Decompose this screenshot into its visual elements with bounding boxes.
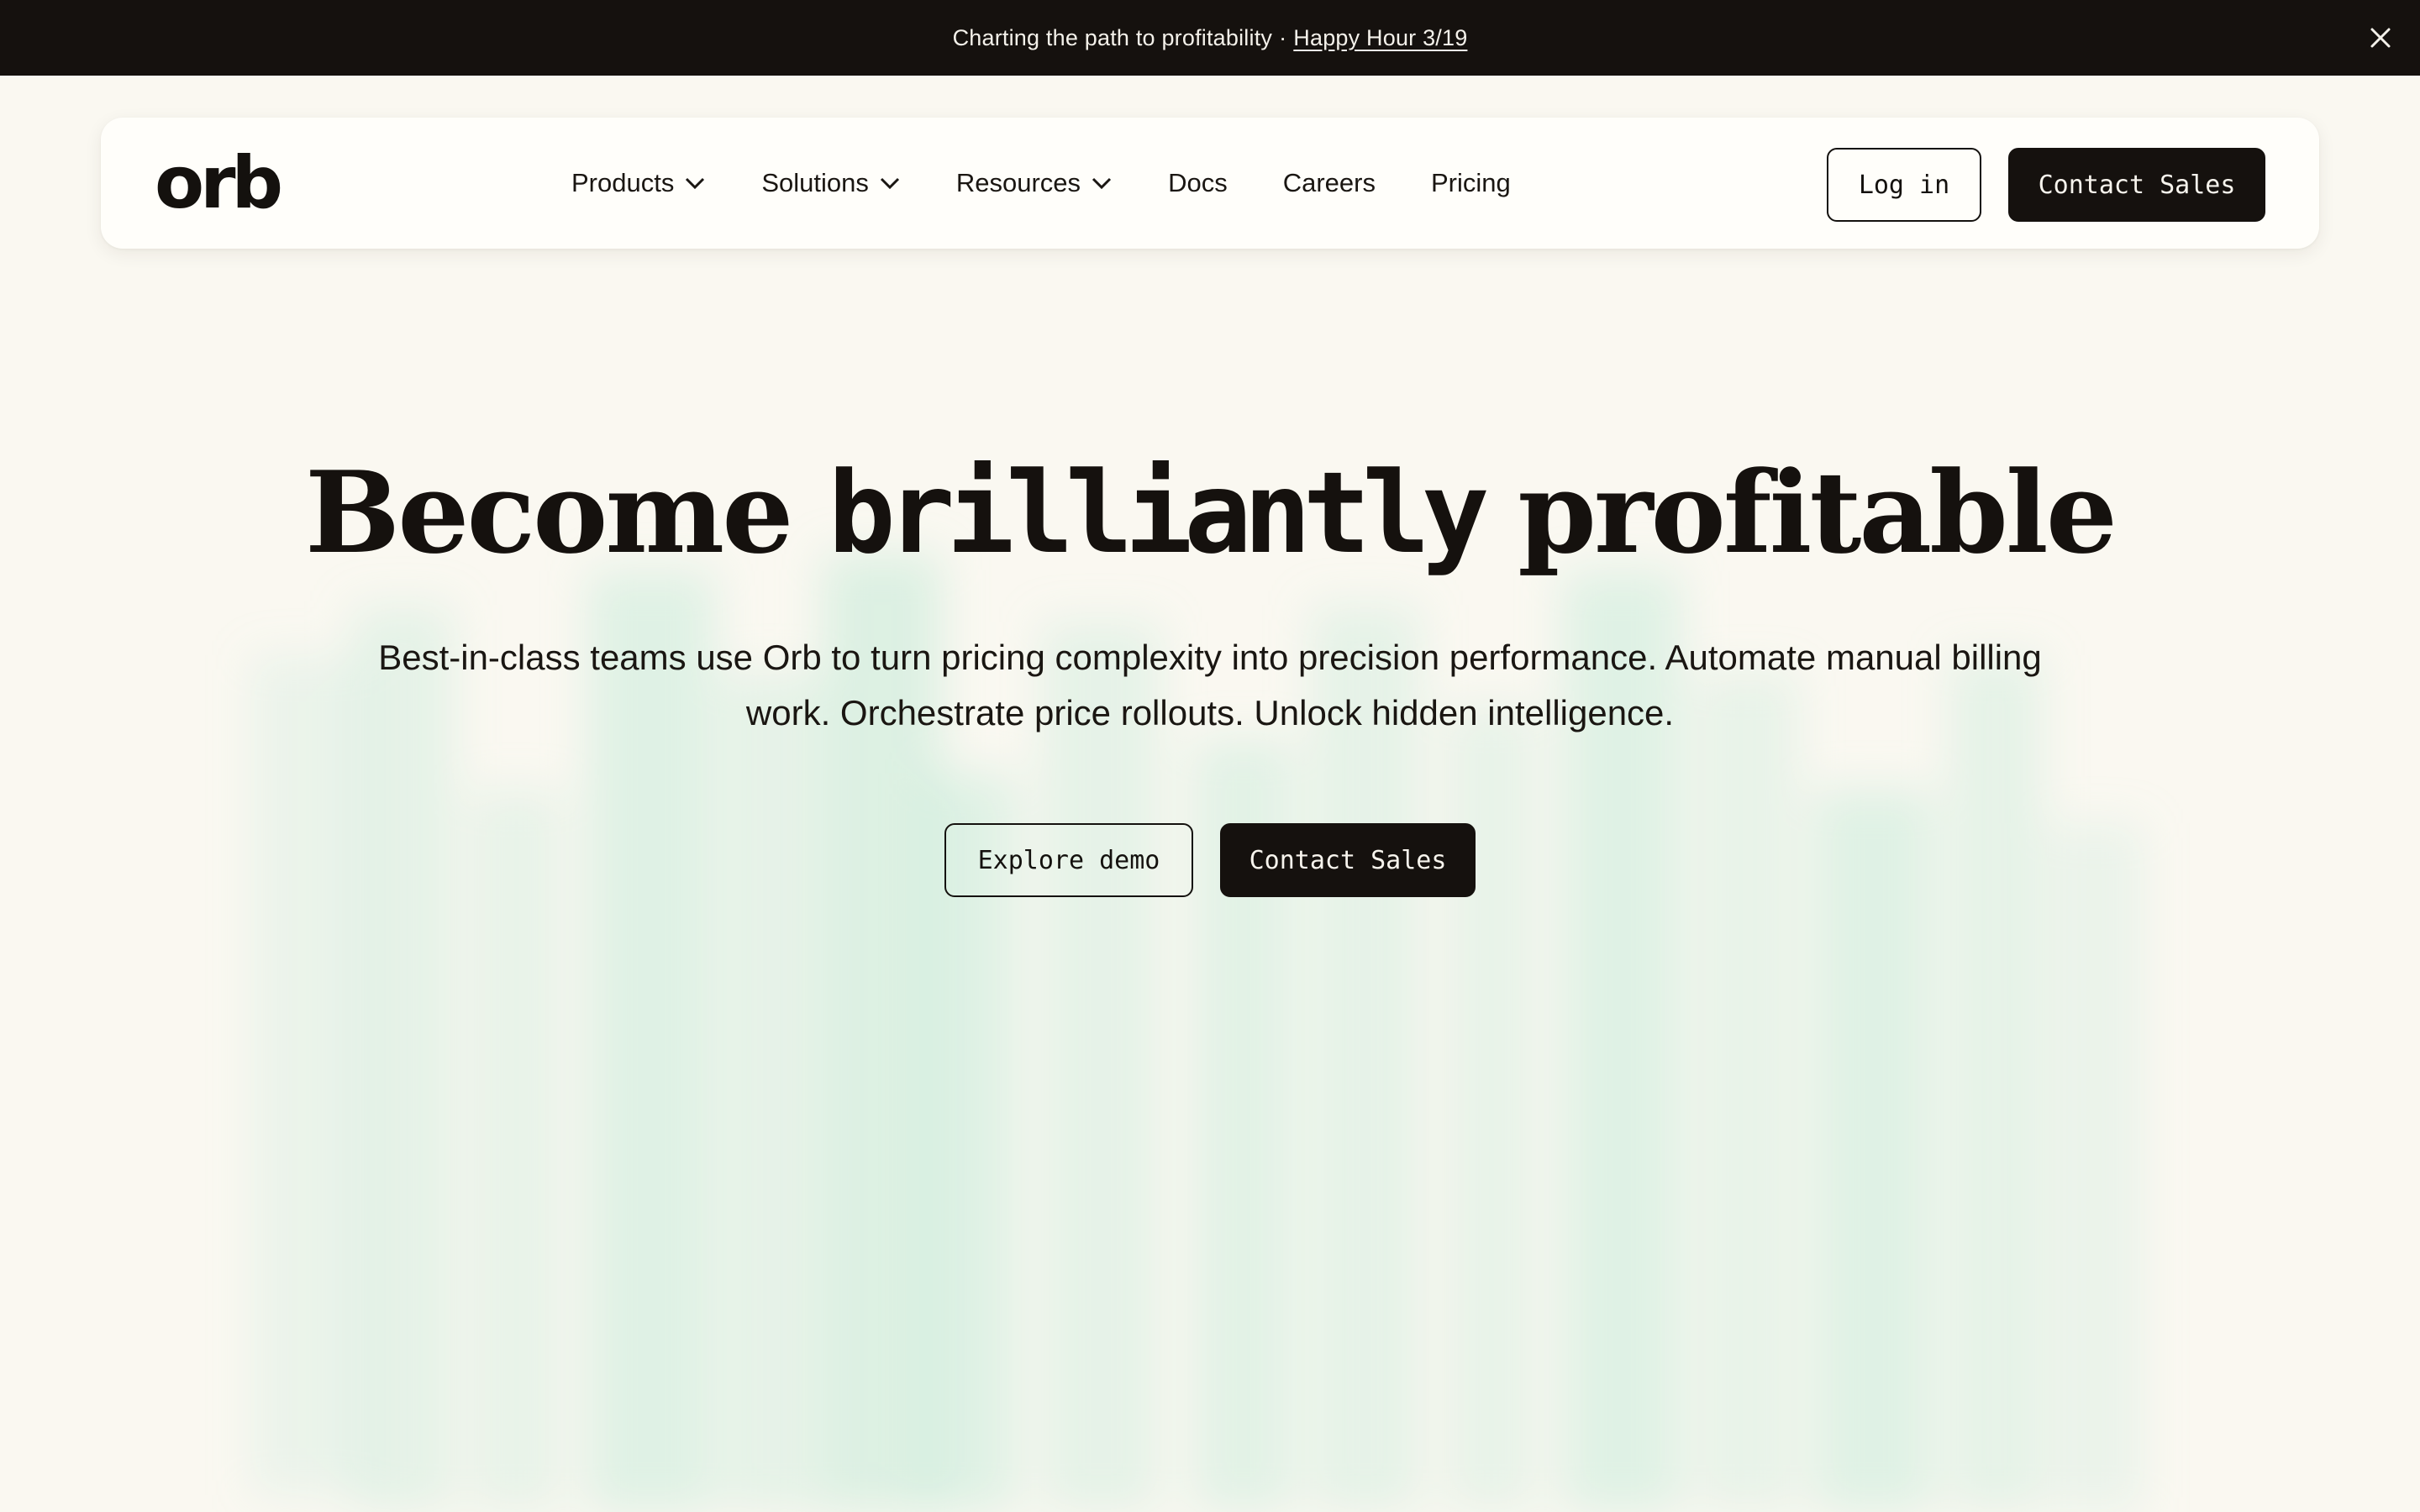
nav-item-label: Docs — [1168, 168, 1228, 197]
nav-links: Products Solutions Resources Docs Career… — [571, 118, 1566, 249]
hero-title-part2: profitable — [1518, 446, 2118, 579]
nav-item-label: Careers — [1282, 168, 1376, 197]
announcement-link[interactable]: Happy Hour 3/19 — [1293, 25, 1467, 51]
explore-demo-button[interactable]: Explore demo — [944, 823, 1193, 897]
nav-item-pricing[interactable]: Pricing — [1431, 168, 1511, 198]
nav-item-careers[interactable]: Careers — [1283, 168, 1376, 198]
orb-logo[interactable]: orb — [155, 147, 283, 219]
nav-item-label: Solutions — [761, 168, 869, 197]
chevron-down-icon — [684, 176, 706, 190]
chevron-down-icon — [1091, 176, 1113, 190]
main-navigation: orb Products Solutions Resources Docs Ca… — [101, 118, 2319, 249]
nav-item-products[interactable]: Products — [571, 168, 706, 198]
announcement-bar: Charting the path to profitability · Hap… — [0, 0, 2420, 76]
page: Charting the path to profitability · Hap… — [0, 0, 2420, 1512]
hero-title-part1: Become — [304, 446, 794, 579]
nav-item-docs[interactable]: Docs — [1168, 168, 1228, 198]
announcement-separator: · — [1279, 24, 1287, 50]
hero-title: Become brilliantly profitable — [0, 437, 2420, 589]
hero-title-highlight: brilliantly — [828, 448, 1489, 579]
hero-subtitle: Best-in-class teams use Orb to turn pric… — [378, 638, 2042, 732]
chevron-down-icon — [879, 176, 901, 190]
nav-item-label: Resources — [955, 168, 1081, 197]
contact-sales-nav-button[interactable]: Contact Sales — [2008, 148, 2265, 222]
nav-item-label: Pricing — [1430, 168, 1511, 197]
announcement-text: Charting the path to profitability — [952, 24, 1273, 50]
contact-sales-hero-button[interactable]: Contact Sales — [1220, 823, 1476, 897]
nav-item-resources[interactable]: Resources — [956, 168, 1113, 198]
login-button[interactable]: Log in — [1827, 148, 1981, 222]
close-icon[interactable] — [2363, 20, 2398, 55]
nav-item-label: Products — [571, 168, 675, 197]
nav-item-solutions[interactable]: Solutions — [761, 168, 901, 198]
